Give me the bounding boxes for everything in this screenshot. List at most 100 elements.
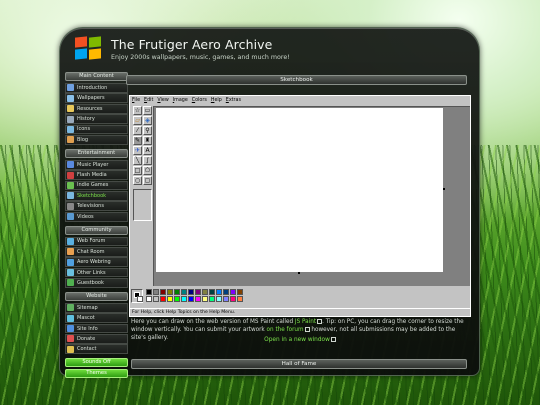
js-paint-link[interactable]: JS Paint xyxy=(295,319,316,325)
themes-button[interactable]: Themes xyxy=(65,369,128,379)
ellipse-tool-icon[interactable]: ○ xyxy=(133,176,142,185)
sidebar-item-indie-games[interactable]: Indie Games xyxy=(65,180,128,191)
magnifier-tool-icon[interactable]: ⚲ xyxy=(143,126,152,135)
palette-swatch[interactable] xyxy=(188,289,194,295)
sidebar-item-history[interactable]: History xyxy=(65,114,128,124)
palette-swatch[interactable] xyxy=(195,289,201,295)
sidebar-item-mascot[interactable]: Mascot xyxy=(65,313,128,324)
pencil-tool-icon[interactable]: ✎ xyxy=(133,136,142,145)
sidebar-item-contact[interactable]: Contact xyxy=(65,344,128,355)
sidebar-item-sketchbook[interactable]: Sketchbook xyxy=(65,190,128,201)
windows-logo-icon[interactable] xyxy=(75,36,102,61)
globe-icon xyxy=(67,258,74,266)
sidebar-item-icons[interactable]: Icons xyxy=(65,124,128,135)
sidebar-item-blog[interactable]: Blog xyxy=(65,134,128,145)
palette-swatch[interactable] xyxy=(174,289,180,295)
sidebar-item-wallpapers[interactable]: Wallpapers xyxy=(65,93,128,104)
sidebar-item-web-forum[interactable]: Web Forum xyxy=(65,236,128,247)
palette-swatch[interactable] xyxy=(188,296,194,302)
resize-handle-bottom[interactable] xyxy=(298,272,300,274)
palette-swatch[interactable] xyxy=(209,289,215,295)
menu-extras[interactable]: Extras xyxy=(226,98,241,103)
site-subtitle: Enjoy 2000s wallpapers, music, games, an… xyxy=(111,54,290,61)
paint-menubar: File Edit View Image Colors Help Extras xyxy=(130,96,470,104)
paint-app[interactable]: File Edit View Image Colors Help Extras ☆ ▭ ▱ … xyxy=(129,95,471,317)
airbrush-tool-icon[interactable]: ✈ xyxy=(133,146,142,155)
resize-handle-right[interactable] xyxy=(443,188,445,190)
palette-swatch[interactable] xyxy=(195,296,201,302)
palette-swatch[interactable] xyxy=(223,296,229,302)
sidebar-item-resources[interactable]: Resources xyxy=(65,103,128,114)
menu-colors[interactable]: Colors xyxy=(192,98,207,103)
open-new-window-link[interactable]: Open in a new window xyxy=(131,336,469,344)
palette-swatch[interactable] xyxy=(230,289,236,295)
palette-swatch[interactable] xyxy=(209,296,215,302)
sidebar-group: Main Content Introduction Wallpapers Resour… xyxy=(65,72,128,145)
palette-swatch[interactable] xyxy=(181,296,187,302)
rectangle-tool-icon[interactable]: □ xyxy=(133,166,142,175)
palette-swatch[interactable] xyxy=(223,289,229,295)
rounded-rect-tool-icon[interactable]: ▢ xyxy=(143,176,152,185)
flash-icon xyxy=(67,171,74,179)
menu-image[interactable]: Image xyxy=(173,98,188,103)
sidebar-item-aero-webring[interactable]: Aero Webring xyxy=(65,257,128,268)
sidebar-item-label: Blog xyxy=(77,136,89,143)
sidebar-item-label: Televisions xyxy=(77,203,104,210)
palette-swatch[interactable] xyxy=(237,296,243,302)
sidebar-item-label: Donate xyxy=(77,335,96,342)
palette-swatch[interactable] xyxy=(216,296,222,302)
pen-icon xyxy=(67,136,74,144)
menu-view[interactable]: View xyxy=(157,98,168,103)
palette-swatch[interactable] xyxy=(153,296,159,302)
gamepad-icon xyxy=(67,181,74,189)
drawing-canvas[interactable] xyxy=(156,108,443,272)
menu-edit[interactable]: Edit xyxy=(144,98,153,103)
tool-options-box[interactable] xyxy=(133,189,152,221)
palette-swatch[interactable] xyxy=(160,289,166,295)
menu-label: dit xyxy=(147,97,154,103)
menu-help[interactable]: Help xyxy=(211,98,222,103)
chat-icon xyxy=(67,248,74,256)
palette-swatch[interactable] xyxy=(167,296,173,302)
palette-swatch[interactable] xyxy=(181,289,187,295)
eraser-tool-icon[interactable]: ▱ xyxy=(133,116,142,125)
palette-swatch[interactable] xyxy=(174,296,180,302)
menu-file[interactable]: File xyxy=(132,98,140,103)
current-colors[interactable] xyxy=(131,289,143,303)
sidebar-item-chat-room[interactable]: Chat Room xyxy=(65,246,128,257)
text-tool-icon[interactable]: A xyxy=(143,146,152,155)
fill-tool-icon[interactable]: ◈ xyxy=(143,116,152,125)
sidebar-item-guestbook[interactable]: Guestbook xyxy=(65,278,128,288)
palette-swatch[interactable] xyxy=(202,296,208,302)
palette-swatch[interactable] xyxy=(167,289,173,295)
sidebar-item-televisions[interactable]: Televisions xyxy=(65,201,128,212)
palette-swatch[interactable] xyxy=(216,289,222,295)
line-tool-icon[interactable]: ╲ xyxy=(133,156,142,165)
sidebar-item-sitemap[interactable]: Sitemap xyxy=(65,302,128,313)
palette-swatch[interactable] xyxy=(237,289,243,295)
sidebar-item-videos[interactable]: Videos xyxy=(65,211,128,222)
open-new-window-label[interactable]: Open in a new window xyxy=(264,337,330,343)
palette-swatch[interactable] xyxy=(230,296,236,302)
sidebar-item-donate[interactable]: Donate xyxy=(65,334,128,344)
sidebar-item-other-links[interactable]: Other Links xyxy=(65,267,128,278)
sidebar-item-music-player[interactable]: Music Player xyxy=(65,159,128,170)
polygon-tool-icon[interactable]: ⬠ xyxy=(143,166,152,175)
palette-swatch[interactable] xyxy=(146,296,152,302)
palette-swatch[interactable] xyxy=(160,296,166,302)
rect-select-tool-icon[interactable]: ▭ xyxy=(143,106,152,115)
forum-link[interactable]: on the forum xyxy=(267,327,304,333)
curve-tool-icon[interactable]: ∫ xyxy=(143,156,152,165)
free-select-tool-icon[interactable]: ☆ xyxy=(133,106,142,115)
sidebar-item-flash-media[interactable]: Flash Media xyxy=(65,170,128,180)
sounds-toggle-button[interactable]: Sounds Off xyxy=(65,358,128,368)
color-picker-tool-icon[interactable]: ⁄ xyxy=(133,126,142,135)
sidebar-item-introduction[interactable]: Introduction xyxy=(65,83,128,93)
palette-swatch[interactable] xyxy=(146,289,152,295)
video-icon xyxy=(67,213,74,221)
sidebar-item-site-info[interactable]: Site Info xyxy=(65,323,128,334)
info-icon xyxy=(67,325,74,333)
palette-swatch[interactable] xyxy=(202,289,208,295)
palette-swatch[interactable] xyxy=(153,289,159,295)
brush-tool-icon[interactable]: ♜ xyxy=(143,136,152,145)
